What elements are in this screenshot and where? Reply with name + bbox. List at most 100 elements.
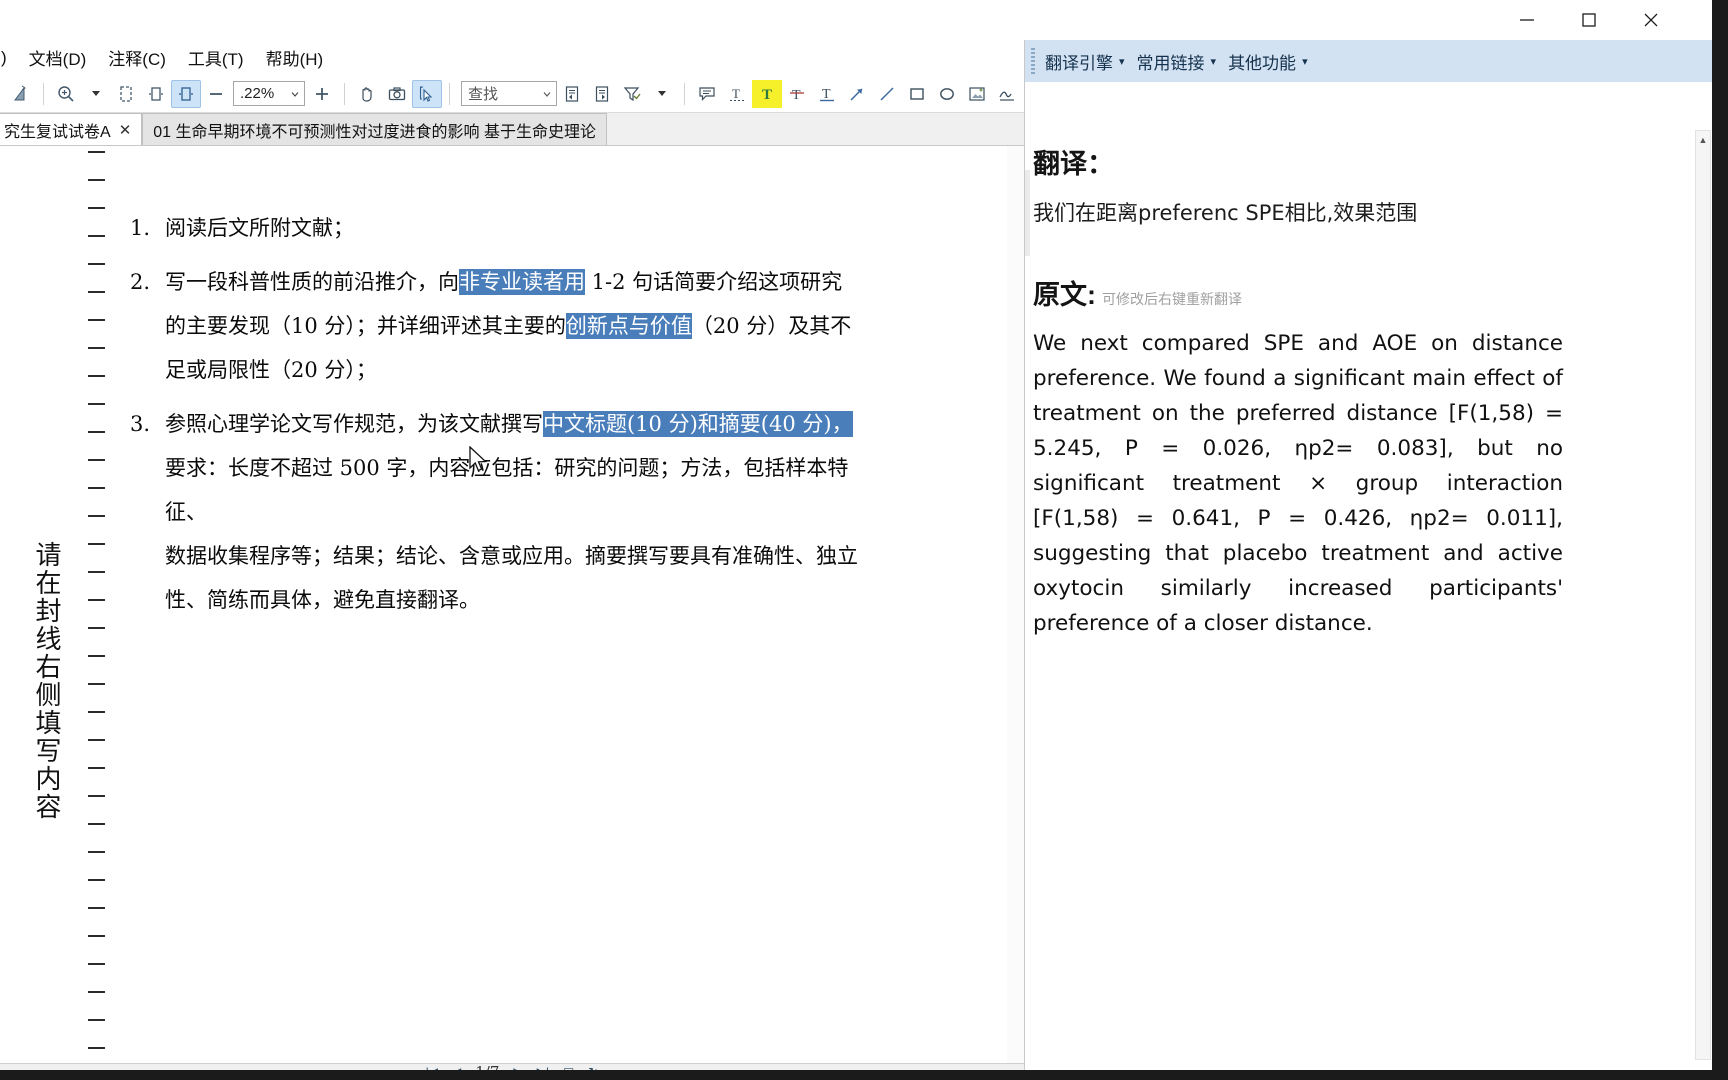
snapshot-icon[interactable] xyxy=(382,80,412,108)
arrow-icon[interactable] xyxy=(842,80,872,108)
menu-help[interactable]: 帮助(H) xyxy=(255,42,335,73)
perforation-dash xyxy=(88,1019,105,1021)
source-label: 原文: xyxy=(1033,280,1096,310)
zoom-plus-icon[interactable] xyxy=(307,80,337,108)
tab-article[interactable]: 01 生命早期环境不可预测性对过度进食的影响 基于生命史理论 xyxy=(142,113,607,145)
perforation-dash xyxy=(88,767,105,769)
fit-page-icon[interactable] xyxy=(111,80,141,108)
rectangle-icon[interactable] xyxy=(902,80,932,108)
perforation-dash xyxy=(88,963,105,965)
translate-panel-header: 翻译引擎 ▾ 常用链接 ▾ 其他功能 ▾ xyxy=(1025,40,1713,82)
text-select-icon[interactable] xyxy=(412,79,442,108)
plain-text: 1-2 句话简要介绍这项研究 xyxy=(585,270,843,294)
underline-icon[interactable]: T xyxy=(812,80,842,108)
tab-label: 01 生命早期环境不可预测性对过度进食的影响 基于生命史理论 xyxy=(153,123,596,141)
zoom-out-icon[interactable] xyxy=(201,80,231,108)
mouse-cursor-icon xyxy=(468,445,490,481)
source-header: 原文: 可修改后右键重新翻译 xyxy=(1033,273,1563,312)
fit-width-icon[interactable] xyxy=(141,80,171,108)
menu-tools[interactable]: 工具(T) xyxy=(177,42,255,73)
document-list-item: 1. 阅读后文所附文献； xyxy=(130,206,890,250)
document-viewport[interactable]: 请在封线右侧填写内容 1. 阅读后文所附文献； 2. 写一段科普性质的前沿推介，向非专… xyxy=(0,146,1024,1063)
chevron-down-icon[interactable]: ▾ xyxy=(1119,55,1125,68)
filter-dropdown-icon[interactable] xyxy=(647,80,677,108)
perforation-dash xyxy=(88,935,105,937)
title-bar xyxy=(0,0,1712,40)
scroll-up-icon[interactable]: ▲ xyxy=(1696,131,1710,149)
find-placeholder: 查找 xyxy=(468,86,499,103)
tab-close-icon[interactable]: ✕ xyxy=(119,121,132,139)
close-button[interactable] xyxy=(1620,0,1682,40)
chevron-down-icon[interactable]: ▾ xyxy=(1211,55,1217,68)
plain-text: 的主要发现（10 分）；并详细评述其主要的 xyxy=(165,314,566,338)
perforation-dash xyxy=(88,627,105,629)
highlighted-text: 中文标题(10 分)和摘要(40 分)， xyxy=(543,411,853,437)
toolbar: .22% 查找 T T T T xyxy=(0,75,1024,113)
highlighted-text: 创新点与价值 xyxy=(565,313,692,339)
tab-exam-paper[interactable]: 究生复试试卷A ✕ xyxy=(0,113,143,145)
app-window: ) 文档(D) 注释(C) 工具(T) 帮助(H) .22% 查找 T T T … xyxy=(0,0,1728,1080)
svg-text:T: T xyxy=(732,86,740,101)
perforation-dash xyxy=(88,907,105,909)
signature-icon[interactable] xyxy=(992,80,1022,108)
perforation-dash xyxy=(88,319,105,321)
document-line: 的主要发现（10 分）；并详细评述其主要的创新点与价值（20 分）及其不 xyxy=(165,304,890,348)
list-item-number: 2. xyxy=(130,270,151,294)
strikethrough-icon[interactable]: T xyxy=(782,80,812,108)
actual-size-icon[interactable] xyxy=(171,79,201,108)
svg-text:T: T xyxy=(762,87,772,103)
next-page-icon[interactable] xyxy=(587,80,617,108)
source-text[interactable]: We next compared SPE and AOE on distance… xyxy=(1033,326,1563,641)
drag-handle-icon[interactable] xyxy=(1031,48,1035,74)
list-item-text: 参照心理学论文写作规范，为该文献撰写中文标题(10 分)和摘要(40 分)， 要求… xyxy=(165,402,890,622)
perforation-dash xyxy=(88,655,105,657)
window-controls xyxy=(1496,0,1682,40)
perforation-dash xyxy=(88,599,105,601)
panel-accent-bar xyxy=(1025,170,1030,256)
perforation-dash xyxy=(88,543,105,545)
select-tool-icon[interactable] xyxy=(6,80,36,108)
find-input[interactable]: 查找 xyxy=(461,81,557,106)
ellipse-icon[interactable] xyxy=(932,80,962,108)
text-cursor-icon[interactable]: T xyxy=(722,80,752,108)
highlighted-text: 非专业读者用 xyxy=(459,269,585,295)
other-features-menu[interactable]: 其他功能 xyxy=(1225,49,1299,74)
filter-icon[interactable] xyxy=(617,80,647,108)
window-edge-bottom xyxy=(0,1070,1728,1080)
zoom-dropdown-icon[interactable] xyxy=(81,80,111,108)
translate-engine-menu[interactable]: 翻译引擎 xyxy=(1042,49,1116,74)
perforation-dash xyxy=(88,235,105,237)
prev-page-icon[interactable] xyxy=(557,80,587,108)
zoom-value: .22% xyxy=(240,85,275,102)
plain-text: 数据收集程序等；结果；结论、含意或应用。摘要撰写要具有准确性、独立 xyxy=(165,544,858,568)
translation-label: 翻译： xyxy=(1033,149,1114,180)
maximize-button[interactable] xyxy=(1558,0,1620,40)
menu-clipped[interactable]: ) xyxy=(0,45,18,71)
minimize-button[interactable] xyxy=(1496,0,1558,40)
svg-text:T: T xyxy=(822,87,831,102)
perforation-dash xyxy=(88,487,105,489)
common-links-menu[interactable]: 常用链接 xyxy=(1134,49,1208,74)
plain-text: 写一段科普性质的前沿推介，向 xyxy=(165,270,459,294)
translate-panel-body: ▲ 翻译： 我们在距离preferenc SPE相比,效果范围 原文: 可修改后… xyxy=(1025,82,1713,1080)
highlight-icon[interactable]: T xyxy=(752,79,782,108)
source-hint: 可修改后右键重新翻译 xyxy=(1102,291,1242,307)
line-icon[interactable] xyxy=(872,80,902,108)
hand-tool-icon[interactable] xyxy=(352,80,382,108)
perforation-dash xyxy=(88,683,105,685)
menu-document[interactable]: 文档(D) xyxy=(18,42,98,73)
perforation-dash xyxy=(88,347,105,349)
zoom-in-icon[interactable] xyxy=(51,80,81,108)
perforation-dash xyxy=(88,795,105,797)
perforation-dash xyxy=(88,263,105,265)
stamp-icon[interactable] xyxy=(962,80,992,108)
list-item-text: 写一段科普性质的前沿推介，向非专业读者用 1-2 句话简要介绍这项研究 的主要发现… xyxy=(165,260,890,392)
menu-comment[interactable]: 注释(C) xyxy=(97,42,177,73)
note-icon[interactable] xyxy=(692,80,722,108)
zoom-percent-field[interactable]: .22% xyxy=(233,81,305,106)
chevron-down-icon[interactable]: ▾ xyxy=(1302,55,1308,68)
document-line: 数据收集程序等；结果；结论、含意或应用。摘要撰写要具有准确性、独立 xyxy=(165,534,890,578)
list-item-number: 3. xyxy=(130,412,151,436)
translate-panel-scrollbar[interactable]: ▲ xyxy=(1695,130,1711,1060)
plain-text: 足或局限性（20 分）； xyxy=(165,358,377,382)
